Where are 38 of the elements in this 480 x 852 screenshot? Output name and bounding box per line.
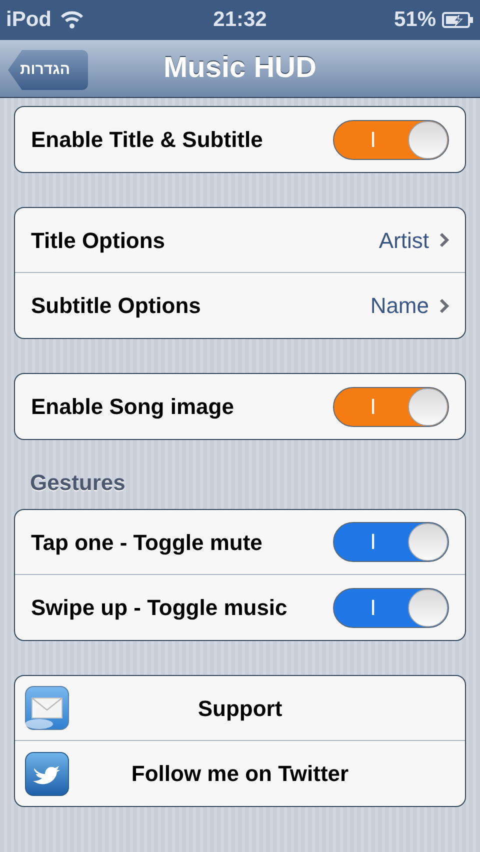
- back-button[interactable]: הגדרות: [8, 50, 88, 90]
- on-label: I: [370, 529, 376, 555]
- row-label: Subtitle Options: [31, 292, 201, 320]
- row-label: Enable Title & Subtitle: [31, 126, 263, 154]
- settings-row[interactable]: Title Options Artist: [15, 208, 465, 273]
- row-label: Tap one - Toggle mute: [31, 528, 262, 557]
- row-label: Title Options: [31, 226, 166, 255]
- row-label: Swipe up - Toggle music: [31, 594, 288, 622]
- row-label: Enable Song image: [31, 393, 234, 421]
- battery-icon: [442, 11, 474, 29]
- battery-percent: 51%: [394, 7, 436, 34]
- row-label: Support: [198, 694, 282, 723]
- toggle-switch[interactable]: I: [333, 386, 449, 426]
- settings-row[interactable]: Subtitle Options Name: [15, 273, 465, 338]
- mail-icon: [25, 686, 69, 730]
- toggle-switch[interactable]: I: [333, 522, 449, 562]
- bird-icon: [25, 752, 69, 796]
- toggle-switch[interactable]: I: [333, 588, 449, 628]
- chevron-icon: [439, 298, 449, 314]
- screen-title: Music HUD: [163, 50, 317, 86]
- section-header: Gestures: [29, 469, 126, 497]
- on-label: I: [370, 394, 376, 420]
- row-label: Follow me on Twitter: [131, 760, 349, 788]
- toggle-switch[interactable]: I: [333, 120, 449, 160]
- clock: 21:32: [212, 7, 268, 34]
- action-row[interactable]: Support: [15, 676, 465, 741]
- switch-knob: [408, 120, 448, 158]
- action-row[interactable]: Follow me on Twitter: [15, 741, 465, 806]
- chevron-icon: [439, 232, 449, 248]
- row-value: Artist: [378, 226, 429, 254]
- row-value: Name: [370, 292, 429, 320]
- device-name: iPod: [6, 7, 52, 34]
- switch-knob: [408, 588, 448, 626]
- switch-knob: [408, 388, 448, 426]
- wifi-icon: [60, 11, 84, 29]
- on-label: I: [370, 126, 376, 152]
- on-label: I: [370, 594, 376, 620]
- switch-knob: [408, 523, 448, 561]
